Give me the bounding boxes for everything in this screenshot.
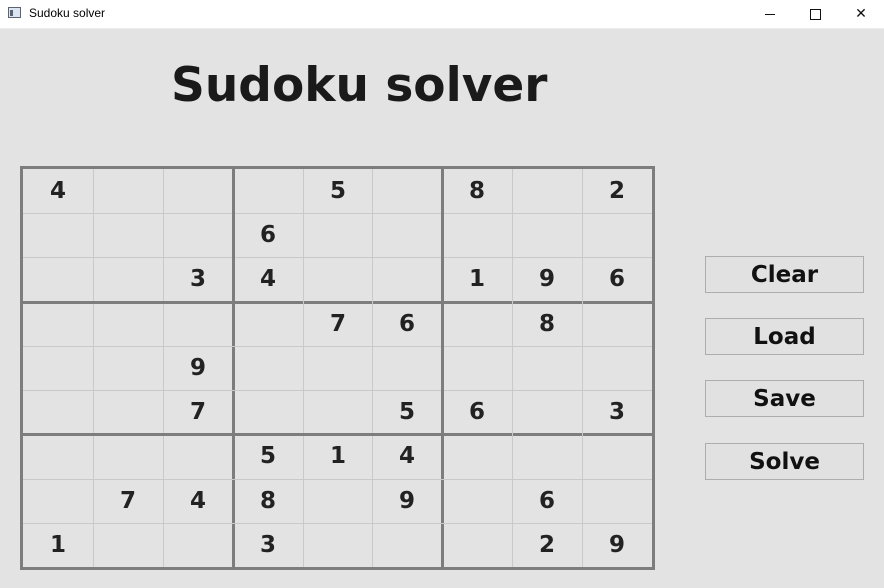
sudoku-cell[interactable] xyxy=(372,523,442,567)
sudoku-cell[interactable] xyxy=(163,302,233,346)
sudoku-cell[interactable] xyxy=(93,257,163,301)
sudoku-cell[interactable] xyxy=(93,302,163,346)
sudoku-cell[interactable] xyxy=(23,213,93,257)
sudoku-cell[interactable]: 9 xyxy=(512,257,582,301)
sudoku-cell[interactable]: 6 xyxy=(512,479,582,523)
sudoku-cell[interactable] xyxy=(372,257,442,301)
clear-button[interactable]: Clear xyxy=(705,256,864,293)
sudoku-cell[interactable]: 3 xyxy=(163,257,233,301)
sudoku-cell[interactable] xyxy=(163,213,233,257)
sudoku-cell[interactable]: 1 xyxy=(303,434,373,478)
sudoku-cell[interactable] xyxy=(303,390,373,434)
window-titlebar: Sudoku solver ✕ xyxy=(0,0,884,29)
sudoku-cell[interactable] xyxy=(442,479,512,523)
page-title: Sudoku solver xyxy=(171,58,548,113)
sudoku-cell[interactable] xyxy=(442,523,512,567)
sudoku-cell[interactable] xyxy=(303,523,373,567)
sudoku-cell[interactable] xyxy=(233,346,303,390)
sudoku-cell[interactable] xyxy=(512,434,582,478)
sudoku-cell[interactable]: 2 xyxy=(512,523,582,567)
sudoku-cell[interactable]: 1 xyxy=(23,523,93,567)
sudoku-cell[interactable] xyxy=(23,390,93,434)
sudoku-cell[interactable] xyxy=(582,479,652,523)
sudoku-cell[interactable] xyxy=(442,434,512,478)
sudoku-cell[interactable]: 6 xyxy=(372,302,442,346)
sudoku-cell[interactable] xyxy=(372,346,442,390)
sudoku-cell[interactable]: 6 xyxy=(442,390,512,434)
sudoku-cell[interactable] xyxy=(163,169,233,213)
window-title: Sudoku solver xyxy=(29,6,106,20)
sudoku-cell[interactable]: 4 xyxy=(372,434,442,478)
sudoku-cell[interactable]: 2 xyxy=(582,169,652,213)
app-window-icon xyxy=(8,7,21,18)
sudoku-cell[interactable] xyxy=(582,302,652,346)
sudoku-cell[interactable]: 3 xyxy=(233,523,303,567)
sudoku-cell[interactable] xyxy=(93,523,163,567)
sudoku-cell[interactable] xyxy=(23,434,93,478)
sudoku-cell[interactable] xyxy=(93,169,163,213)
sudoku-cell[interactable] xyxy=(93,434,163,478)
sudoku-cell[interactable] xyxy=(163,434,233,478)
maximize-icon[interactable] xyxy=(792,0,838,28)
sudoku-cell[interactable] xyxy=(23,302,93,346)
sudoku-cell[interactable] xyxy=(512,213,582,257)
save-button[interactable]: Save xyxy=(705,380,864,417)
sudoku-cell[interactable] xyxy=(512,346,582,390)
sudoku-cell[interactable]: 6 xyxy=(233,213,303,257)
sudoku-cell[interactable] xyxy=(93,390,163,434)
sudoku-cell[interactable] xyxy=(303,479,373,523)
sudoku-cell[interactable] xyxy=(233,390,303,434)
sudoku-cell[interactable]: 4 xyxy=(23,169,93,213)
sudoku-cell[interactable]: 8 xyxy=(442,169,512,213)
sudoku-cell[interactable] xyxy=(442,346,512,390)
sudoku-cell[interactable] xyxy=(372,169,442,213)
sudoku-cell[interactable] xyxy=(23,346,93,390)
sudoku-cell[interactable]: 8 xyxy=(233,479,303,523)
sudoku-cell[interactable]: 1 xyxy=(442,257,512,301)
sudoku-cell[interactable]: 4 xyxy=(163,479,233,523)
sudoku-cell[interactable] xyxy=(582,434,652,478)
sudoku-grid: 458263419676897563514748961329 xyxy=(20,166,655,570)
sudoku-cell[interactable]: 9 xyxy=(372,479,442,523)
sudoku-cell[interactable]: 7 xyxy=(163,390,233,434)
sudoku-cell[interactable] xyxy=(372,213,442,257)
sudoku-cell[interactable] xyxy=(23,479,93,523)
sudoku-cell[interactable] xyxy=(93,346,163,390)
sudoku-cell[interactable] xyxy=(582,346,652,390)
sudoku-cell[interactable] xyxy=(512,169,582,213)
sudoku-cell[interactable]: 7 xyxy=(303,302,373,346)
sudoku-cell[interactable]: 9 xyxy=(163,346,233,390)
sudoku-cell[interactable]: 6 xyxy=(582,257,652,301)
sudoku-cell[interactable] xyxy=(303,346,373,390)
sudoku-cell[interactable] xyxy=(303,257,373,301)
sudoku-cell[interactable]: 9 xyxy=(582,523,652,567)
load-button[interactable]: Load xyxy=(705,318,864,355)
sudoku-cell[interactable]: 8 xyxy=(512,302,582,346)
sudoku-cell[interactable] xyxy=(512,390,582,434)
sudoku-cell[interactable] xyxy=(442,213,512,257)
solve-button[interactable]: Solve xyxy=(705,443,864,480)
sudoku-cell[interactable]: 5 xyxy=(233,434,303,478)
sudoku-cell[interactable] xyxy=(442,302,512,346)
sudoku-cell[interactable] xyxy=(93,213,163,257)
sudoku-cell[interactable] xyxy=(233,302,303,346)
sudoku-cell[interactable]: 7 xyxy=(93,479,163,523)
sudoku-cell[interactable] xyxy=(23,257,93,301)
sudoku-cell[interactable]: 5 xyxy=(303,169,373,213)
sudoku-cell[interactable]: 4 xyxy=(233,257,303,301)
sudoku-cell[interactable] xyxy=(582,213,652,257)
sudoku-cell[interactable] xyxy=(163,523,233,567)
sudoku-cell[interactable]: 3 xyxy=(582,390,652,434)
sudoku-cell[interactable] xyxy=(303,213,373,257)
close-icon[interactable]: ✕ xyxy=(838,0,884,28)
minimize-icon[interactable] xyxy=(747,0,793,28)
sudoku-cell[interactable]: 5 xyxy=(372,390,442,434)
sudoku-cell[interactable] xyxy=(233,169,303,213)
